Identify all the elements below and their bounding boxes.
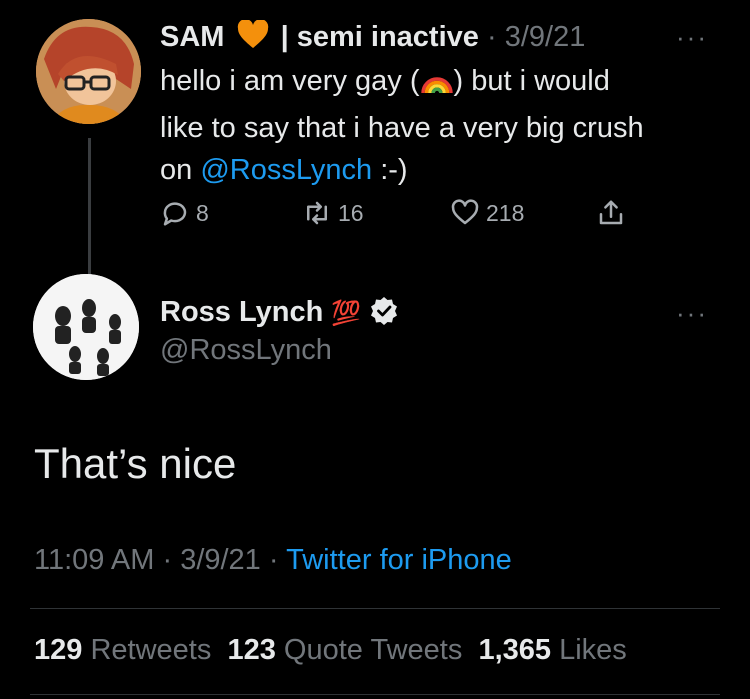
likes-stat[interactable]: 1,365 Likes (478, 634, 626, 666)
retweet-count: 16 (338, 199, 364, 226)
quotes-count: 123 (227, 634, 276, 666)
like-count: 218 (486, 199, 525, 226)
quote-tweets-stat[interactable]: 123 Quote Tweets (227, 634, 462, 666)
parent-tweet-header: SAM | semi inactive · 3/9/21 (160, 19, 586, 58)
share-button[interactable] (596, 198, 626, 228)
photo-collage-image (33, 274, 139, 380)
retweets-count: 129 (34, 634, 83, 666)
source-separator: · (268, 544, 279, 576)
parent-text-part: :-) (372, 154, 408, 186)
tweet-date[interactable]: 3/9/21 (180, 544, 261, 576)
tweet-time[interactable]: 11:09 AM (34, 544, 154, 576)
verified-badge-icon (369, 296, 399, 334)
quotes-label: Quote Tweets (283, 634, 463, 666)
retweets-stat[interactable]: 129 Retweets (34, 634, 211, 666)
mention-link[interactable]: @RossLynch (200, 154, 372, 186)
hundred-points-emoji: 💯 (331, 300, 362, 327)
reply-button[interactable]: 8 (160, 198, 209, 228)
parent-more-options-icon[interactable]: ··· (676, 22, 708, 53)
sam-name-suffix: | semi inactive (280, 21, 479, 53)
parent-tweet-line-3: on @RossLynch :-) (160, 149, 730, 191)
parent-text-part: hello i am very gay ( (160, 65, 420, 97)
parent-text-part: ) but i would (453, 65, 610, 97)
heart-icon (451, 199, 479, 225)
header-separator: · (486, 21, 497, 53)
orange-heart-icon (237, 19, 269, 58)
main-more-options-icon[interactable]: ··· (676, 298, 708, 329)
retweets-label: Retweets (90, 634, 212, 666)
retweet-button[interactable]: 16 (302, 198, 364, 228)
divider-top (30, 608, 720, 609)
timestamp-separator: · (162, 544, 173, 576)
like-button[interactable]: 218 (450, 198, 524, 228)
sam-avatar[interactable] (36, 19, 141, 124)
velma-avatar-illustration (36, 19, 141, 124)
rainbow-icon (420, 65, 454, 107)
sam-display-name[interactable]: SAM (160, 21, 224, 53)
tweet-timestamp-row: 11:09 AM · 3/9/21 · Twitter for iPhone (34, 544, 512, 577)
thread-connector-line (88, 138, 91, 278)
parent-text-part: on (160, 154, 201, 186)
reply-icon (163, 202, 187, 226)
parent-tweet-line-2: like to say that i have a very big crush (160, 112, 644, 144)
retweet-icon (307, 201, 327, 225)
likes-label: Likes (559, 634, 627, 666)
tweet-source-link[interactable]: Twitter for iPhone (286, 544, 512, 576)
likes-count: 1,365 (478, 634, 552, 666)
parent-tweet-date[interactable]: 3/9/21 (505, 21, 586, 53)
parent-tweet-line-1: hello i am very gay ( ) but i would (160, 60, 730, 107)
ross-handle[interactable]: @RossLynch (160, 334, 332, 367)
ross-display-name[interactable]: Ross Lynch (160, 296, 323, 328)
main-tweet-text: That’s nice (34, 440, 237, 487)
reply-count: 8 (196, 199, 209, 226)
tweet-stats-row: 129 Retweets 123 Quote Tweets 1,365 Like… (34, 634, 627, 667)
main-tweet-name-row: Ross Lynch 💯 (160, 296, 399, 334)
parent-tweet-text: hello i am very gay ( ) but i would like… (160, 60, 730, 191)
ross-lynch-avatar[interactable] (33, 274, 139, 380)
share-icon (599, 200, 623, 225)
divider-bottom (30, 694, 720, 695)
